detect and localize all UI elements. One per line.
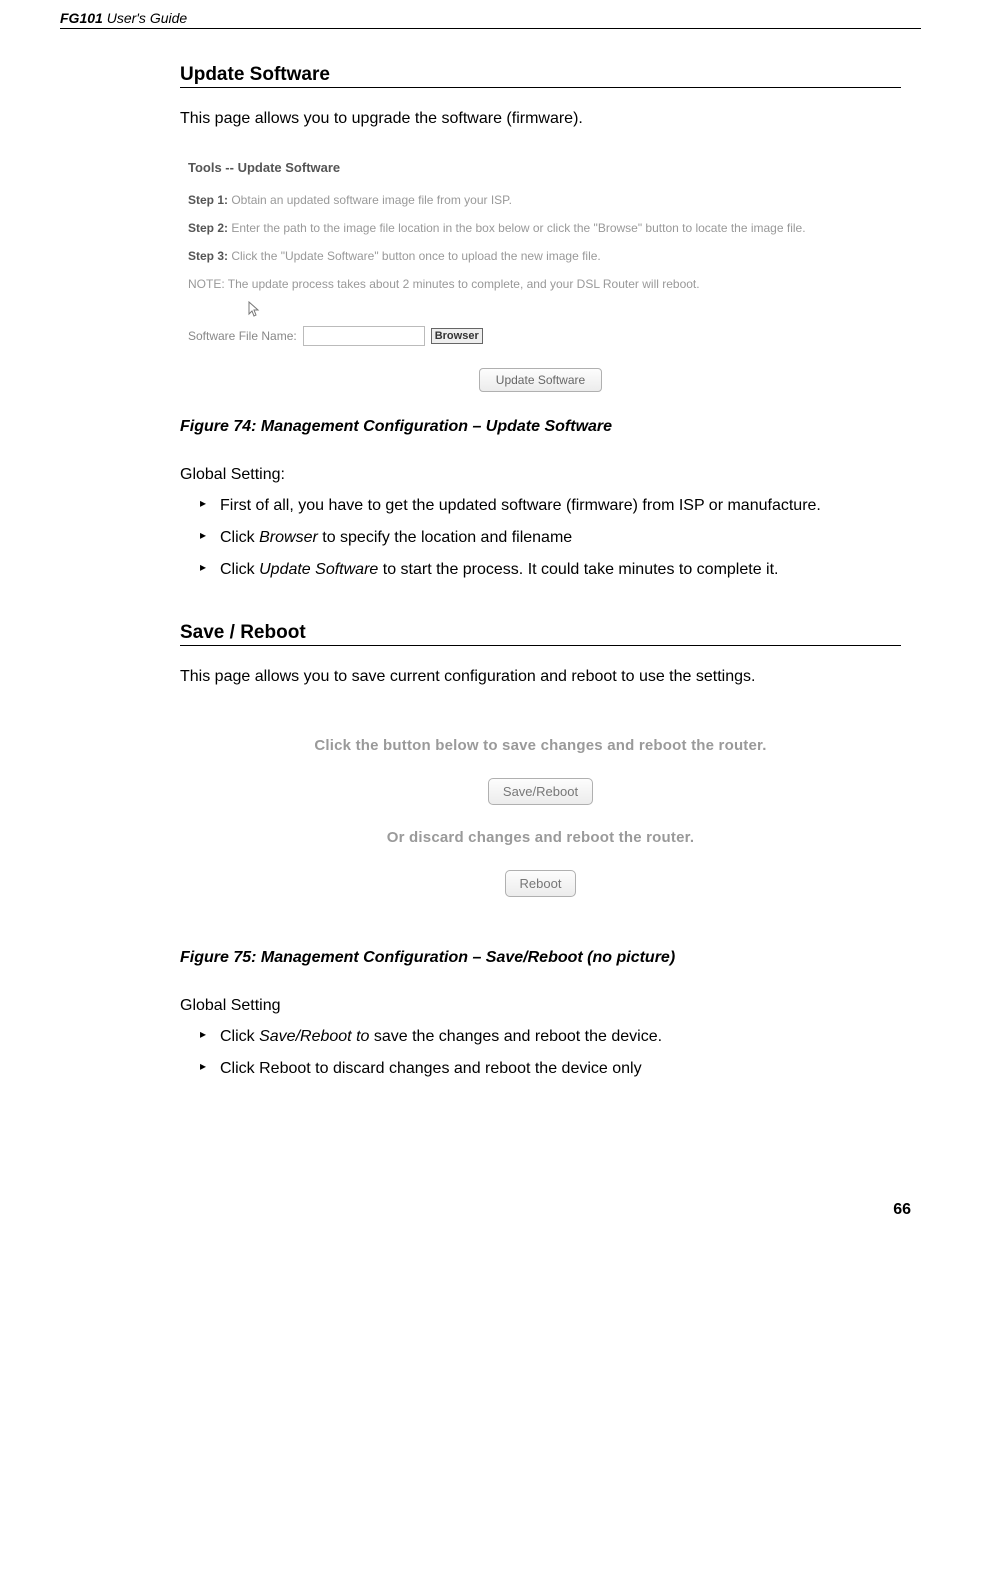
file-name-label: Software File Name: [188,329,297,343]
screenshot-update-software: Tools -- Update Software Step 1: Obtain … [180,148,901,410]
update-software-button[interactable]: Update Software [479,368,602,392]
product-name: FG101 [60,10,103,26]
ss2-line2: Or discard changes and reboot the router… [180,829,901,846]
page-number: 66 [60,1201,921,1219]
browse-button[interactable]: Browser [431,328,483,344]
ss-title: Tools -- Update Software [188,160,893,175]
ss-step1: Step 1: Obtain an updated software image… [188,193,893,207]
global-setting-label-2: Global Setting [180,997,901,1015]
page-header: FG101 User's Guide [60,10,921,29]
intro-text-update: This page allows you to upgrade the soft… [180,108,901,130]
screenshot-save-reboot: Click the button below to save changes a… [180,707,901,941]
file-name-input[interactable] [303,326,425,346]
ss-note: NOTE: The update process takes about 2 m… [188,277,893,291]
list-item: Click Browser to specify the location an… [200,526,901,550]
figure-caption-74: Figure 74: Management Configuration – Up… [180,418,901,436]
list-item: First of all, you have to get the update… [200,494,901,518]
ss-step3: Step 3: Click the "Update Software" butt… [188,249,893,263]
guide-label: User's Guide [103,10,187,26]
global-setting-label-1: Global Setting: [180,466,901,484]
save-reboot-button[interactable]: Save/Reboot [488,778,593,805]
ss2-line1: Click the button below to save changes a… [180,737,901,754]
figure-caption-75: Figure 75: Management Configuration – Sa… [180,949,901,967]
list-item: Click Save/Reboot to save the changes an… [200,1025,901,1049]
list-item: Click Reboot to discard changes and rebo… [200,1057,901,1081]
intro-text-save: This page allows you to save current con… [180,666,901,688]
bullet-list-update: First of all, you have to get the update… [180,494,901,582]
ss-step2: Step 2: Enter the path to the image file… [188,221,893,235]
section-title-update-software: Update Software [180,64,901,88]
section-title-save-reboot: Save / Reboot [180,622,901,646]
cursor-icon [248,301,262,319]
reboot-button[interactable]: Reboot [505,870,577,897]
ss-file-row: Software File Name: Browser [188,326,893,346]
bullet-list-save: Click Save/Reboot to save the changes an… [180,1025,901,1081]
list-item: Click Update Software to start the proce… [200,558,901,582]
